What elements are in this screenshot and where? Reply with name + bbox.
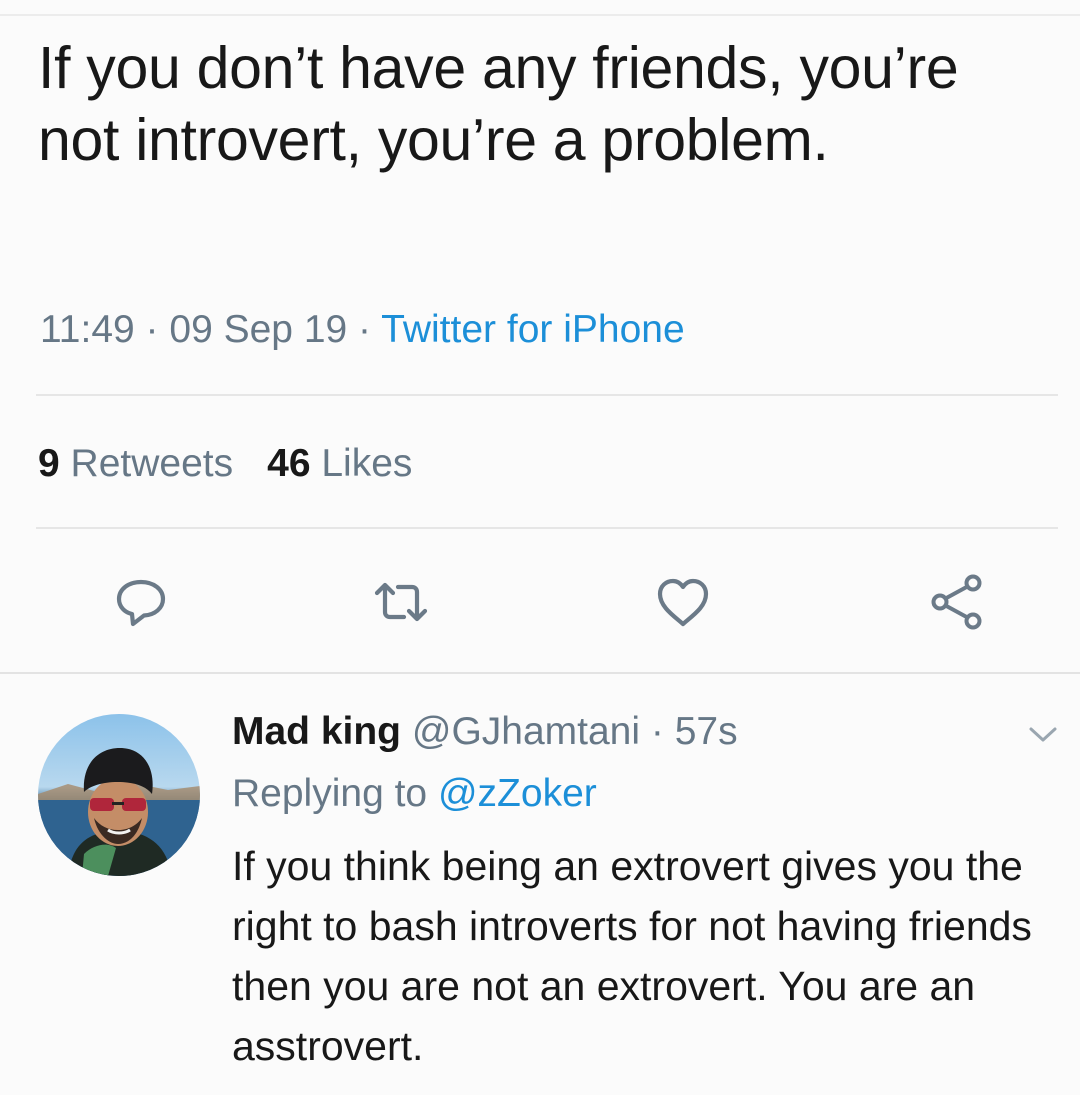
meta-separator: · [347, 308, 382, 351]
heart-icon [657, 578, 709, 627]
top-divider [0, 14, 1080, 16]
tweet-time: 11:49 [40, 308, 135, 351]
divider [36, 394, 1058, 396]
replying-prefix: Replying to [232, 772, 428, 815]
likes-stat[interactable]: 46 Likes [267, 442, 412, 485]
reply-icon [116, 579, 166, 627]
retweet-icon [374, 582, 428, 622]
meta-separator: · [134, 308, 170, 351]
avatar-photo [38, 714, 200, 876]
reply-button[interactable] [106, 570, 176, 634]
divider [0, 672, 1080, 674]
chevron-down-icon[interactable] [1026, 720, 1060, 748]
tweet-meta: 11:49 · 09 Sep 19 · Twitter for iPhone [40, 306, 685, 354]
tweet-stats: 9 Retweets 46 Likes [38, 440, 412, 488]
replying-to: Replying to @zZoker [232, 770, 597, 818]
retweet-button[interactable] [366, 570, 436, 634]
replying-handle-link[interactable]: @zZoker [438, 772, 597, 815]
share-button[interactable] [922, 570, 992, 634]
share-icon [931, 574, 982, 630]
retweets-stat[interactable]: 9 Retweets [38, 442, 233, 485]
reply-header: Mad king @GJhamtani · 57s [232, 708, 738, 756]
tweet-date: 09 Sep 19 [169, 308, 348, 351]
like-button[interactable] [648, 570, 718, 634]
divider [36, 527, 1058, 529]
meta-separator: · [640, 710, 675, 753]
retweets-count: 9 [38, 442, 60, 485]
likes-count: 46 [267, 442, 311, 485]
reply-author-name[interactable]: Mad king [232, 710, 401, 753]
avatar[interactable] [38, 714, 200, 876]
reply-author-handle[interactable]: @GJhamtani [412, 710, 640, 753]
reply-age: 57s [674, 710, 738, 753]
tweet-detail-screen: If you don’t have any friends, you’re no… [0, 0, 1080, 1095]
tweet-source-link[interactable]: Twitter for iPhone [381, 308, 684, 351]
likes-label: Likes [321, 442, 413, 485]
tweet-text: If you don’t have any friends, you’re no… [38, 35, 959, 173]
retweets-label: Retweets [70, 442, 234, 485]
reply-text: If you think being an extrovert gives yo… [232, 843, 1032, 1069]
